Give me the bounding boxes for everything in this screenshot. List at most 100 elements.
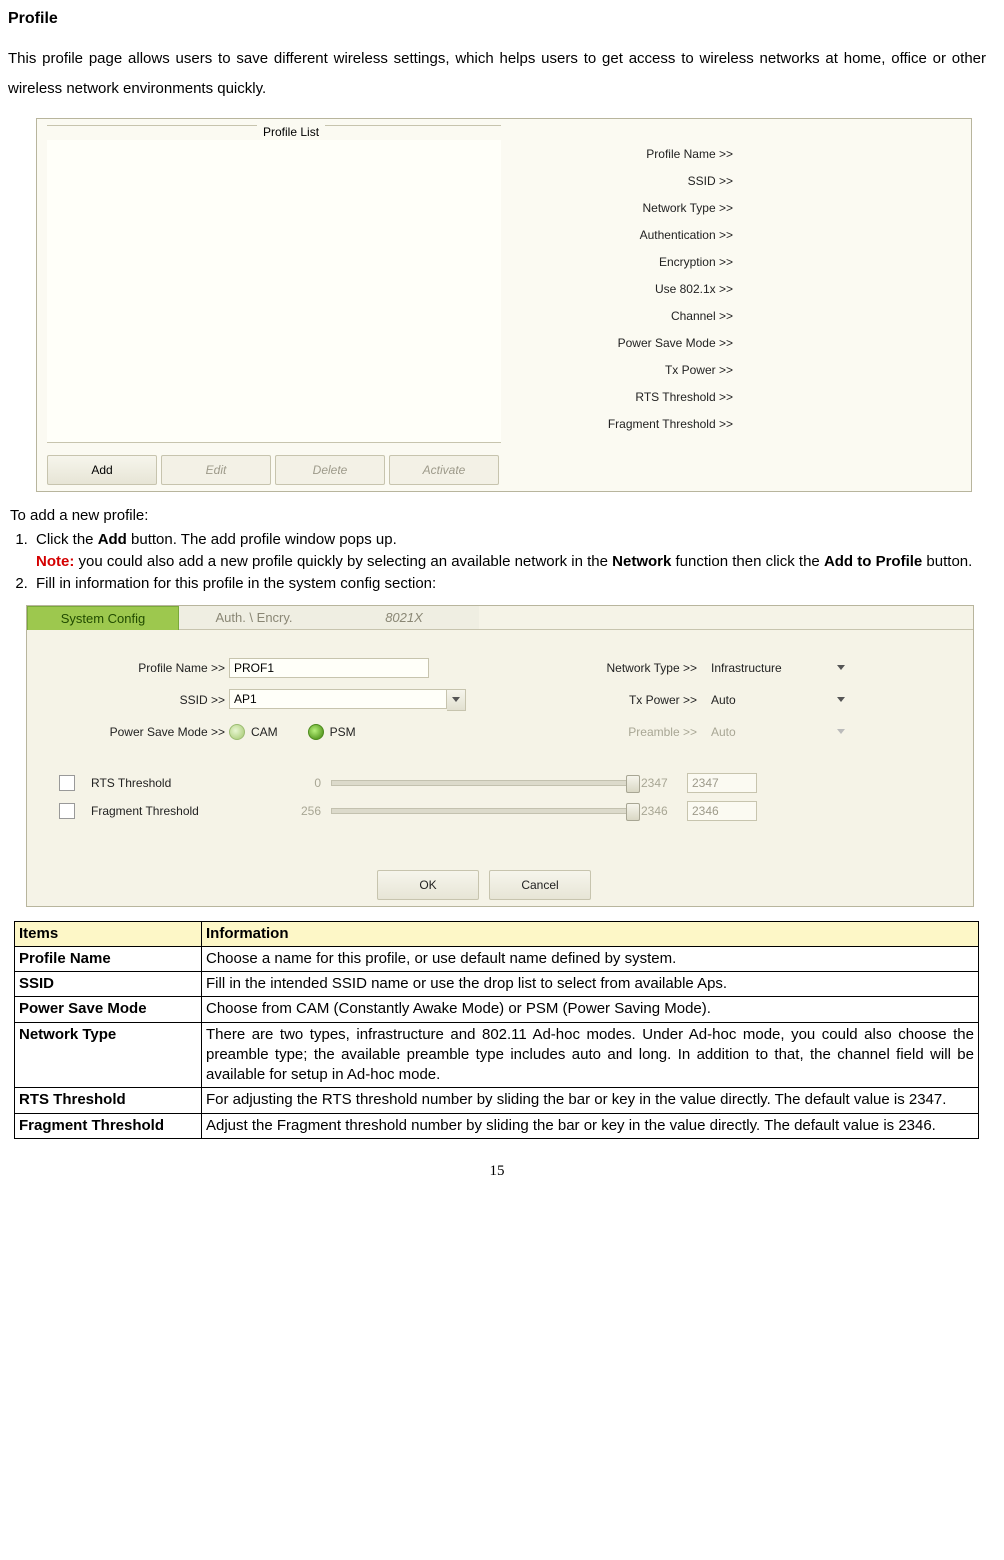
note-label: Note: bbox=[36, 553, 74, 570]
page-number: 15 bbox=[8, 1161, 986, 1181]
tabs-filler bbox=[479, 606, 973, 630]
profile-name-input[interactable] bbox=[229, 658, 429, 678]
intro-text: This profile page allows users to save d… bbox=[8, 44, 986, 104]
fragment-value-box[interactable]: 2346 bbox=[687, 801, 757, 821]
preamble-label: Preamble >> bbox=[557, 724, 701, 740]
cell-item: SSID bbox=[15, 972, 202, 997]
cell-desc: Adjust the Fragment threshold number by … bbox=[202, 1113, 979, 1138]
system-config-screenshot: System Config Auth. \ Encry. 8021X Profi… bbox=[26, 605, 974, 907]
tx-power-row: Tx Power >> Auto bbox=[557, 684, 947, 716]
rts-checkbox[interactable] bbox=[59, 775, 75, 791]
radio-selected-icon bbox=[308, 724, 324, 740]
profile-list-buttons: Add Edit Delete Activate bbox=[47, 455, 499, 485]
tab-8021x: 8021X bbox=[329, 606, 479, 630]
cell-desc: Choose a name for this profile, or use d… bbox=[202, 946, 979, 971]
ssid-row: SSID >> bbox=[67, 684, 477, 716]
cancel-button[interactable]: Cancel bbox=[489, 870, 591, 900]
prop-power-save-mode: Power Save Mode >> bbox=[513, 330, 963, 357]
preamble-row: Preamble >> Auto bbox=[557, 716, 947, 748]
table-row: Profile Name Choose a name for this prof… bbox=[15, 946, 979, 971]
caret-down-icon bbox=[837, 665, 845, 670]
prop-fragment-threshold: Fragment Threshold >> bbox=[513, 411, 963, 438]
prop-use-8021x: Use 802.1x >> bbox=[513, 276, 963, 303]
th-items: Items bbox=[15, 921, 202, 946]
rts-slider[interactable] bbox=[331, 780, 633, 786]
config-buttons: OK Cancel bbox=[377, 870, 591, 900]
tab-system-config[interactable]: System Config bbox=[27, 606, 179, 630]
table-row: SSID Fill in the intended SSID name or u… bbox=[15, 972, 979, 997]
slider-thumb-icon[interactable] bbox=[626, 775, 640, 793]
psm-radio[interactable]: PSM bbox=[308, 724, 356, 740]
step1-text-a: Click the bbox=[36, 531, 98, 548]
fragment-threshold-row: Fragment Threshold 256 2346 2346 bbox=[59, 798, 919, 824]
caret-down-icon bbox=[452, 697, 460, 702]
fragment-threshold-label: Fragment Threshold bbox=[87, 803, 261, 819]
add-profile-lead: To add a new profile: bbox=[10, 506, 986, 526]
page-title: Profile bbox=[8, 8, 986, 30]
rts-threshold-label: RTS Threshold bbox=[87, 775, 261, 791]
cell-item: Profile Name bbox=[15, 946, 202, 971]
step-2: Fill in information for this profile in … bbox=[32, 574, 986, 594]
cam-radio[interactable]: CAM bbox=[229, 724, 278, 740]
cam-radio-label: CAM bbox=[251, 724, 278, 740]
prop-ssid: SSID >> bbox=[513, 168, 963, 195]
network-type-row: Network Type >> Infrastructure bbox=[557, 652, 947, 684]
radio-unselected-icon bbox=[229, 724, 245, 740]
steps-list: Click the Add button. The add profile wi… bbox=[10, 530, 986, 595]
profile-name-row: Profile Name >> bbox=[67, 652, 477, 684]
cell-desc: Fill in the intended SSID name or use th… bbox=[202, 972, 979, 997]
cell-item: Power Save Mode bbox=[15, 997, 202, 1022]
activate-button: Activate bbox=[389, 455, 499, 485]
cell-desc: For adjusting the RTS threshold number b… bbox=[202, 1088, 979, 1113]
rts-value-box[interactable]: 2347 bbox=[687, 773, 757, 793]
config-tabs: System Config Auth. \ Encry. 8021X bbox=[27, 606, 973, 630]
cell-item: Fragment Threshold bbox=[15, 1113, 202, 1138]
network-type-value[interactable]: Infrastructure bbox=[711, 660, 831, 676]
power-save-row: Power Save Mode >> CAM PSM bbox=[67, 716, 477, 748]
fragment-max: 2346 bbox=[641, 803, 687, 819]
rts-min: 0 bbox=[261, 775, 331, 791]
fragment-checkbox[interactable] bbox=[59, 803, 75, 819]
tx-power-label: Tx Power >> bbox=[557, 692, 701, 708]
prop-profile-name: Profile Name >> bbox=[513, 141, 963, 168]
prop-tx-power: Tx Power >> bbox=[513, 357, 963, 384]
cell-item: Network Type bbox=[15, 1022, 202, 1088]
prop-rts-threshold: RTS Threshold >> bbox=[513, 384, 963, 411]
step1-add-bold: Add bbox=[98, 531, 127, 548]
profile-list-box: Profile List bbox=[47, 125, 501, 443]
caret-down-icon bbox=[837, 697, 845, 702]
prop-encryption: Encryption >> bbox=[513, 249, 963, 276]
tab-auth-encry[interactable]: Auth. \ Encry. bbox=[179, 606, 329, 630]
power-save-label: Power Save Mode >> bbox=[67, 724, 229, 740]
system-config-body: Profile Name >> SSID >> Power Save Mode … bbox=[27, 630, 973, 906]
profile-properties-panel: Profile Name >> SSID >> Network Type >> … bbox=[513, 141, 963, 438]
slider-thumb-icon[interactable] bbox=[626, 803, 640, 821]
step1-note: Note: you could also add a new profile q… bbox=[36, 552, 986, 572]
rts-threshold-row: RTS Threshold 0 2347 2347 bbox=[59, 770, 919, 796]
rts-max: 2347 bbox=[641, 775, 687, 791]
table-row: Network Type There are two types, infras… bbox=[15, 1022, 979, 1088]
profile-list-legend: Profile List bbox=[257, 124, 325, 140]
ssid-input[interactable] bbox=[229, 689, 447, 709]
step1-text-b: button. The add profile window pops up. bbox=[127, 531, 397, 548]
tx-power-value[interactable]: Auto bbox=[711, 692, 831, 708]
fragment-slider[interactable] bbox=[331, 808, 633, 814]
prop-network-type: Network Type >> bbox=[513, 195, 963, 222]
step-1: Click the Add button. The add profile wi… bbox=[32, 530, 986, 573]
note-text-1: you could also add a new profile quickly… bbox=[74, 553, 612, 570]
cell-desc: Choose from CAM (Constantly Awake Mode) … bbox=[202, 997, 979, 1022]
profile-name-label: Profile Name >> bbox=[67, 660, 229, 676]
th-information: Information bbox=[202, 921, 979, 946]
network-type-label: Network Type >> bbox=[557, 660, 701, 676]
ssid-combo[interactable] bbox=[229, 689, 466, 711]
info-table: Items Information Profile Name Choose a … bbox=[14, 921, 979, 1139]
caret-down-icon bbox=[837, 729, 845, 734]
prop-authentication: Authentication >> bbox=[513, 222, 963, 249]
ssid-dropdown-button[interactable] bbox=[447, 689, 466, 711]
ssid-label: SSID >> bbox=[67, 692, 229, 708]
ok-button[interactable]: OK bbox=[377, 870, 479, 900]
prop-channel: Channel >> bbox=[513, 303, 963, 330]
table-row: Power Save Mode Choose from CAM (Constan… bbox=[15, 997, 979, 1022]
table-row: RTS Threshold For adjusting the RTS thre… bbox=[15, 1088, 979, 1113]
add-button[interactable]: Add bbox=[47, 455, 157, 485]
